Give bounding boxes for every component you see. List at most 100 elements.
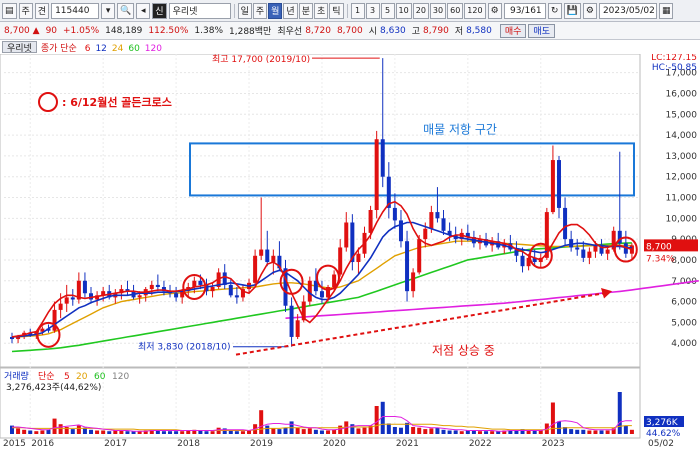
low-annotation: 최저 3,830 (2018/10) bbox=[138, 342, 230, 353]
toolbar: ▤ 주 견 115440 ▾ 🔍 ◂ 신 우리넷 일주월년분초틱 1 3 5 10 20… bbox=[0, 0, 700, 22]
candle bbox=[155, 284, 160, 287]
volume-bar bbox=[575, 429, 580, 434]
candle bbox=[429, 212, 434, 229]
save-icon[interactable]: 💾 bbox=[563, 2, 581, 19]
interval-tabs: 1 3 5 10 20 30 60 120 bbox=[350, 2, 486, 19]
period-tab-2[interactable]: 월 bbox=[268, 2, 283, 19]
volume-bar bbox=[386, 423, 391, 434]
candle bbox=[581, 249, 586, 258]
candle bbox=[58, 303, 63, 310]
interval-tab-20[interactable]: 20 bbox=[412, 2, 429, 19]
volume-bar bbox=[526, 430, 531, 434]
x-tick-label: 2020 bbox=[323, 439, 346, 449]
volume-bar bbox=[46, 429, 51, 434]
volume-bar bbox=[107, 431, 112, 434]
volume-bar bbox=[587, 430, 592, 434]
candle bbox=[52, 309, 57, 331]
volume-legend-60: 60 bbox=[94, 372, 106, 382]
volume-bar bbox=[16, 428, 21, 434]
x-tick-label: 2017 bbox=[104, 439, 127, 449]
period-tab-4[interactable]: 분 bbox=[298, 2, 313, 19]
y-tick-label: 6,000 bbox=[671, 298, 697, 308]
lc-label: LC:127.15 bbox=[651, 54, 697, 63]
interval-tab-60[interactable]: 60 bbox=[447, 2, 464, 19]
y-tick-label: 5,000 bbox=[671, 318, 697, 328]
candle bbox=[441, 218, 446, 231]
volume-bar bbox=[295, 427, 300, 434]
volume-bar bbox=[22, 429, 27, 434]
volume-bar bbox=[538, 430, 543, 434]
candle bbox=[338, 247, 343, 275]
volume-bar bbox=[234, 431, 239, 434]
volume-legend-5: 5 bbox=[64, 372, 70, 382]
y-tick-label: 15,000 bbox=[666, 110, 698, 120]
last-date-label: 05/02 bbox=[648, 439, 674, 449]
volume-bar bbox=[40, 430, 45, 434]
sound-icon[interactable]: ◂ bbox=[136, 2, 151, 19]
search-icon[interactable]: 🔍 bbox=[117, 2, 135, 19]
current-price-label: 8,700 bbox=[646, 242, 672, 252]
volume-bar bbox=[453, 430, 458, 434]
period-tab-1[interactable]: 주 bbox=[252, 2, 268, 19]
open-value: 8,630 bbox=[380, 25, 406, 36]
sell-button[interactable]: 매도 bbox=[528, 23, 555, 38]
volume-bar bbox=[532, 430, 537, 434]
interval-tab-120[interactable]: 120 bbox=[464, 2, 486, 19]
volume-bar bbox=[301, 429, 306, 434]
ma-legend-6: 6 bbox=[84, 43, 91, 54]
separator bbox=[233, 3, 235, 18]
y-tick-label: 12,000 bbox=[666, 173, 698, 183]
main-chart-tab[interactable]: 우리넷 bbox=[2, 41, 37, 54]
candle bbox=[417, 239, 422, 273]
y-tick-label: 14,000 bbox=[666, 131, 698, 141]
x-tick-label: 2021 bbox=[396, 439, 419, 449]
volume-bar bbox=[186, 430, 191, 434]
interval-tab-10[interactable]: 10 bbox=[395, 2, 412, 19]
volume-bar bbox=[550, 402, 555, 434]
period-tab-0[interactable]: 일 bbox=[237, 2, 252, 19]
volume-bar bbox=[119, 430, 124, 434]
volume-bar bbox=[423, 429, 428, 434]
period-tab-5[interactable]: 초 bbox=[313, 2, 329, 19]
settings-icon[interactable]: ⚙ bbox=[487, 2, 502, 19]
candle bbox=[575, 247, 580, 250]
resistance-label: 매물 저항 구간 bbox=[423, 122, 497, 136]
candle bbox=[295, 320, 300, 337]
volume-bar bbox=[599, 430, 604, 434]
volume-pct-label: 44.62% bbox=[646, 429, 681, 439]
market-select[interactable]: 주 bbox=[18, 2, 33, 19]
candle bbox=[380, 139, 385, 177]
candle bbox=[271, 255, 276, 263]
period-tab-3[interactable]: 년 bbox=[283, 2, 298, 19]
candle bbox=[82, 280, 87, 294]
volume-bar bbox=[307, 428, 312, 434]
period-tab-6[interactable]: 틱 bbox=[329, 2, 344, 19]
volume-bar bbox=[398, 427, 403, 434]
interval-tab-5[interactable]: 5 bbox=[380, 2, 395, 19]
buy-button[interactable]: 매수 bbox=[499, 23, 527, 38]
volume-ratio: 112.50% bbox=[148, 25, 189, 36]
interval-tab-3[interactable]: 3 bbox=[365, 2, 380, 19]
volume-bar bbox=[113, 430, 118, 434]
calendar-icon[interactable]: ▦ bbox=[658, 2, 674, 19]
candle bbox=[550, 160, 555, 213]
period-tabs: 일주월년분초틱 bbox=[237, 2, 344, 19]
code-dropdown-icon[interactable]: ▾ bbox=[101, 2, 116, 19]
gear-icon[interactable]: ⚙ bbox=[582, 2, 597, 19]
price-chart[interactable]: 17,00016,00015,00014,00013,00012,00011,0… bbox=[0, 54, 700, 449]
code-type-select[interactable]: 견 bbox=[34, 2, 50, 19]
date-input[interactable]: 2023/05/02 bbox=[598, 2, 657, 19]
volume-value: 3,276,423주(44,62%) bbox=[6, 382, 101, 393]
stock-code-input[interactable]: 115440 bbox=[51, 2, 100, 19]
candle bbox=[593, 245, 598, 252]
volume-bar bbox=[484, 431, 489, 434]
y-tick-label: 13,000 bbox=[666, 152, 698, 162]
volume-bar bbox=[222, 428, 227, 434]
refresh-icon[interactable]: ↻ bbox=[547, 2, 562, 19]
volume-bar bbox=[435, 427, 440, 434]
volume-bar bbox=[581, 429, 586, 434]
layout-icon[interactable]: ▤ bbox=[2, 2, 17, 19]
volume-bar bbox=[155, 430, 160, 434]
interval-tab-30[interactable]: 30 bbox=[429, 2, 447, 19]
interval-tab-1[interactable]: 1 bbox=[350, 2, 365, 19]
